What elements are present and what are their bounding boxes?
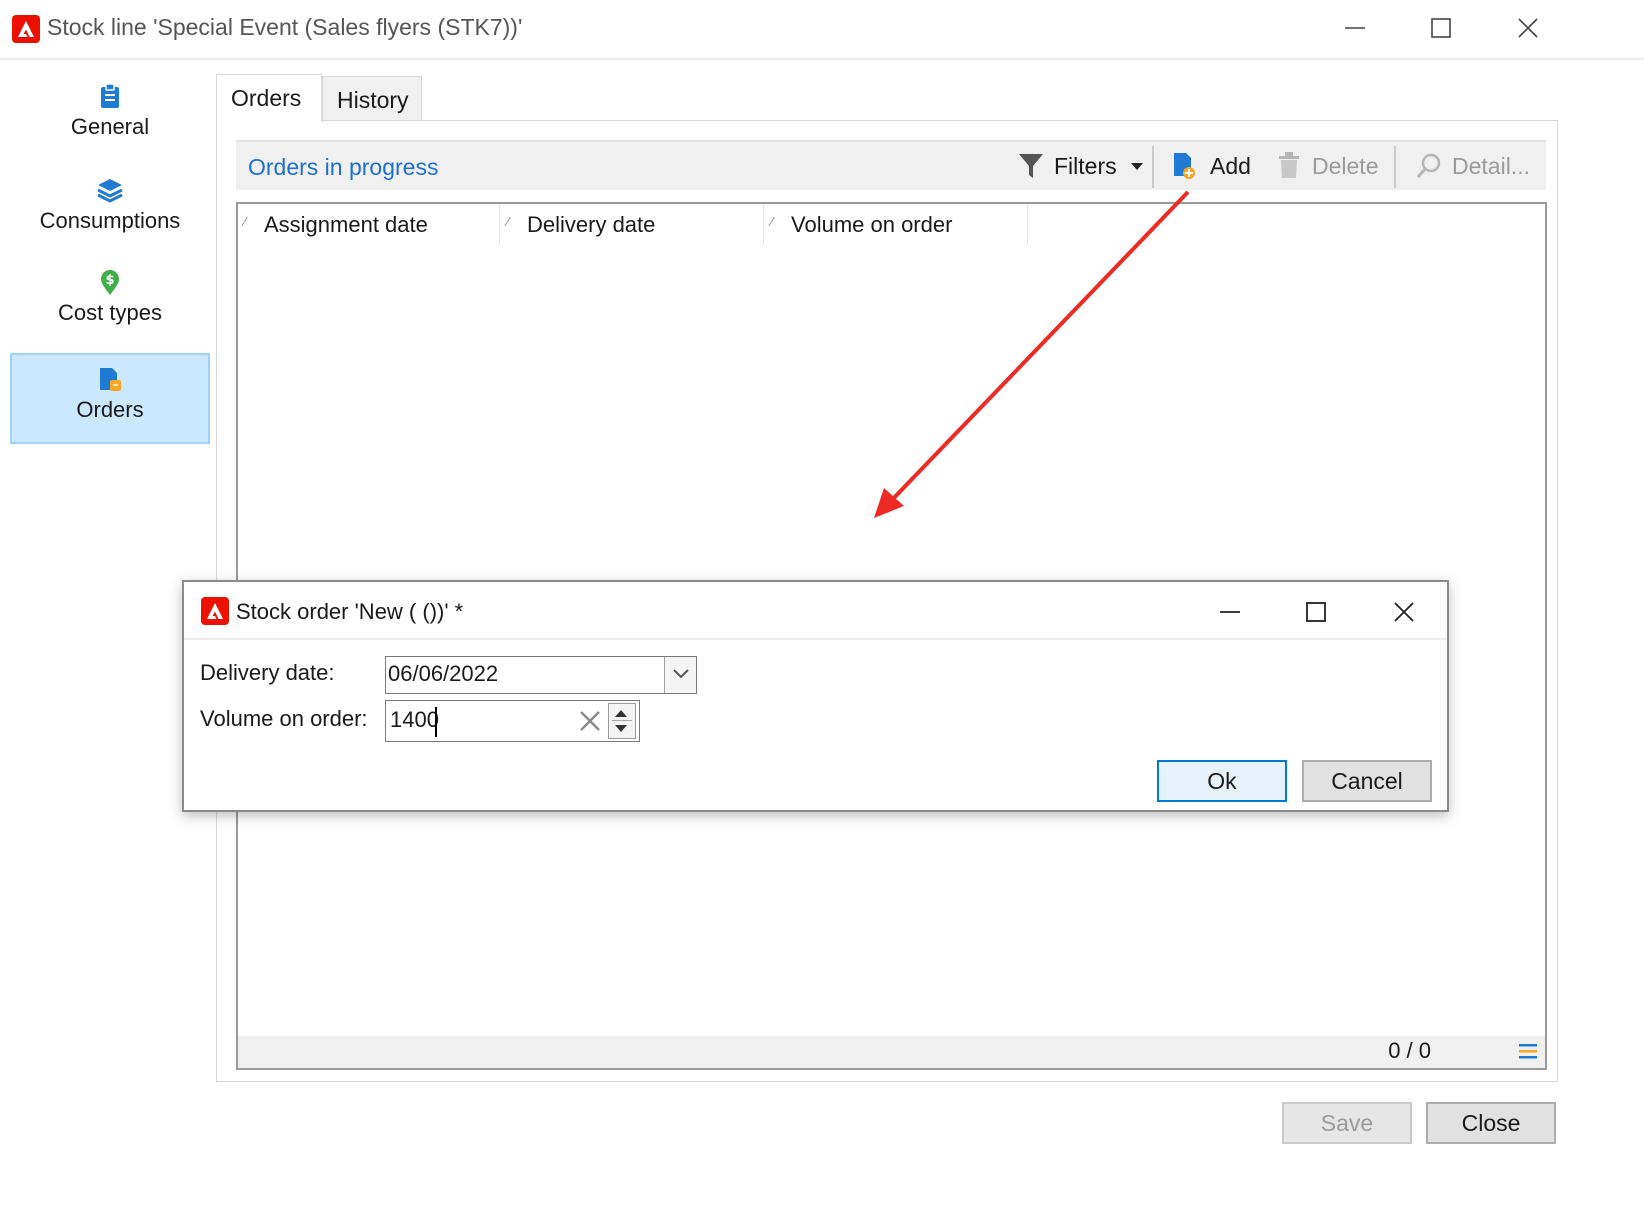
funnel-icon — [1019, 154, 1043, 178]
record-counter: 0 / 0 — [1388, 1038, 1431, 1063]
stock-order-dialog: Stock order 'New ( ())' * Delivery date:… — [182, 580, 1449, 812]
chevron-down-icon — [1131, 163, 1143, 170]
sidebar-item-consumptions[interactable]: Consumptions — [10, 176, 210, 256]
adobe-logo-icon — [201, 597, 229, 625]
add-document-icon — [1174, 153, 1195, 179]
add-label: Add — [1210, 153, 1251, 179]
toolbar-separator — [1394, 146, 1396, 188]
dialog-title: Stock order 'New ( ())' * — [236, 599, 464, 624]
sidebar-item-label: Cost types — [58, 300, 162, 325]
volume-on-order-field[interactable]: 1400 — [385, 700, 640, 742]
sidebar-item-label: Consumptions — [39, 208, 181, 233]
sort-icon: ⁄ — [244, 214, 247, 229]
clear-icon[interactable] — [578, 709, 602, 733]
stepper-divider — [612, 720, 632, 721]
dialog-title-bar: Stock order 'New ( ())' * — [184, 582, 1447, 640]
sidebar-item-label: General — [70, 114, 150, 139]
delete-label: Delete — [1312, 153, 1379, 179]
sidebar-item-label: Orders — [76, 397, 144, 422]
list-footer: 0 / 0 — [238, 1036, 1545, 1068]
column-header-volume-on-order[interactable]: ⁄ Volume on order — [765, 204, 1028, 244]
orders-toolbar: Orders in progress Filters Add Delete De… — [236, 140, 1546, 190]
column-header-delivery-date[interactable]: ⁄ Delivery date — [501, 204, 764, 244]
tab-orders[interactable]: Orders — [216, 74, 322, 122]
close-button[interactable]: Close — [1426, 1102, 1556, 1144]
clipboard-icon — [101, 83, 119, 108]
list-menu-icon[interactable] — [1519, 1042, 1537, 1060]
dialog-minimize-button[interactable] — [1208, 592, 1252, 632]
cancel-button[interactable]: Cancel — [1302, 760, 1432, 802]
magnifier-icon — [1416, 153, 1441, 178]
sort-icon: ⁄ — [507, 214, 510, 229]
stepper-down-icon[interactable] — [615, 725, 627, 732]
sidebar-item-cost-types[interactable]: $ Cost types — [10, 268, 210, 348]
dialog-maximize-button[interactable] — [1294, 592, 1338, 632]
sort-icon: ⁄ — [771, 214, 774, 229]
tab-history[interactable]: History — [322, 76, 422, 120]
volume-on-order-label: Volume on order: — [200, 706, 368, 731]
column-header-assignment-date[interactable]: ⁄ Assignment date — [238, 204, 500, 244]
trash-icon — [1279, 152, 1299, 178]
sidebar-item-general[interactable]: General — [10, 82, 210, 162]
toolbar-separator — [1152, 146, 1154, 188]
chevron-down-icon — [673, 669, 689, 679]
close-window-button[interactable] — [1505, 8, 1551, 48]
detail-label: Detail... — [1452, 153, 1530, 179]
filters-label: Filters — [1054, 153, 1117, 179]
maximize-button[interactable] — [1418, 8, 1464, 48]
dollar-pin-icon: $ — [101, 270, 119, 295]
window-title-bar: Stock line 'Special Event (Sales flyers … — [0, 0, 1644, 60]
sidebar-item-orders[interactable]: Orders — [10, 353, 210, 444]
orders-icon — [100, 368, 121, 391]
volume-value: 1400 — [390, 707, 439, 732]
ok-button[interactable]: Ok — [1157, 760, 1287, 802]
layers-icon — [97, 179, 123, 203]
minimize-button[interactable] — [1332, 8, 1378, 48]
window-title: Stock line 'Special Event (Sales flyers … — [47, 14, 523, 40]
section-title: Orders in progress — [248, 154, 439, 180]
stepper-up-icon[interactable] — [615, 710, 627, 717]
dialog-close-button[interactable] — [1382, 592, 1426, 632]
date-dropdown-button[interactable] — [664, 657, 696, 693]
text-caret — [435, 707, 437, 737]
volume-stepper[interactable] — [608, 703, 636, 739]
delivery-date-field[interactable]: 06/06/2022 — [385, 656, 697, 694]
svg-text:$: $ — [105, 273, 114, 288]
delivery-date-value: 06/06/2022 — [388, 661, 499, 686]
save-button[interactable]: Save — [1282, 1102, 1412, 1144]
delivery-date-label: Delivery date: — [200, 660, 335, 685]
adobe-logo-icon — [12, 15, 40, 43]
